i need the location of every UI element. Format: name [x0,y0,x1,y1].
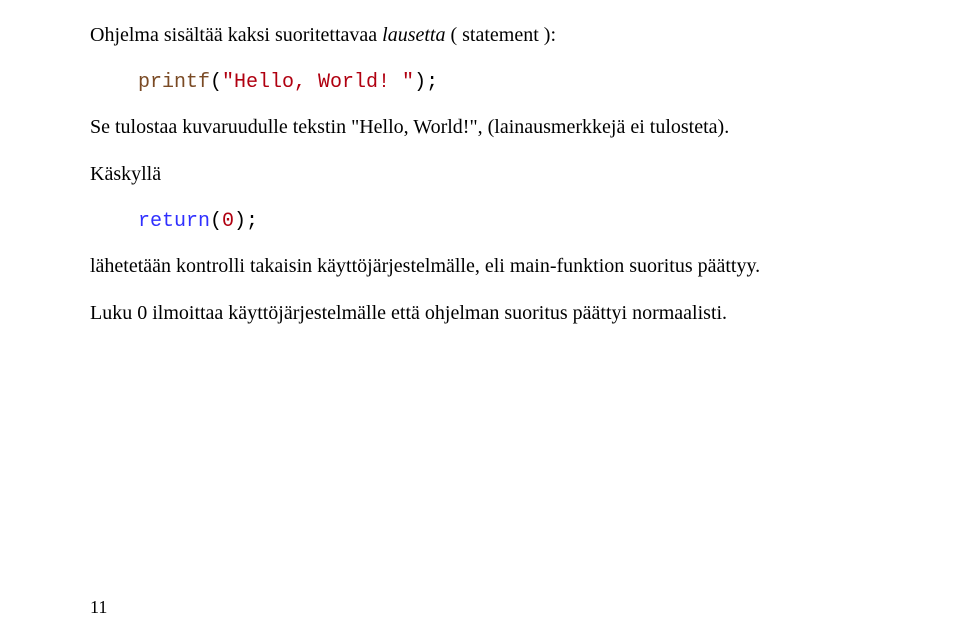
paragraph-command: Käskyllä [90,161,870,188]
code-function: printf [138,71,210,94]
text: ( statement ): [445,24,556,46]
text: Ohjelma sisältää kaksi suoritettavaa [90,24,382,46]
text: Se tulostaa kuvaruudulle tekstin "Hello,… [90,116,729,138]
text: Käskyllä [90,163,161,185]
code-string: "Hello, World! " [222,71,414,94]
paragraph-intro: Ohjelma sisältää kaksi suoritettavaa lau… [90,22,870,49]
code-paren-semi: ); [414,71,438,94]
text: Luku 0 ilmoittaa käyttöjärjestelmälle et… [90,302,727,324]
paragraph-return-desc: lähetetään kontrolli takaisin käyttöjärj… [90,253,870,280]
page-content: Ohjelma sisältää kaksi suoritettavaa lau… [0,0,960,367]
paragraph-zero-desc: Luku 0 ilmoittaa käyttöjärjestelmälle et… [90,300,870,327]
code-block-printf: printf("Hello, World! "); [90,69,870,96]
paragraph-output: Se tulostaa kuvaruudulle tekstin "Hello,… [90,114,870,141]
code-paren: ( [210,71,222,94]
italic-term: lausetta [382,24,445,46]
code-paren: ( [210,210,222,233]
code-number: 0 [222,210,234,233]
code-keyword: return [138,210,210,233]
code-block-return: return(0); [90,208,870,235]
text: lähetetään kontrolli takaisin käyttöjärj… [90,255,760,277]
page-number: 11 [90,597,107,618]
code-paren-semi: ); [234,210,258,233]
